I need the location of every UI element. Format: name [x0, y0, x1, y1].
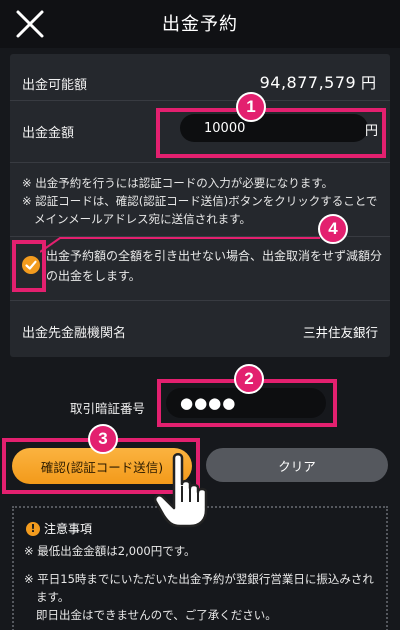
clear-button[interactable]: クリア [206, 448, 388, 482]
withdrawal-form-panel: 出金可能額 94,877,579 円 出金金額 円 ※ 出金予約を行うには認証コ… [10, 54, 390, 357]
caution-item: ※ 最低出金金額は2,000円です。 [24, 542, 380, 560]
bank-label: 出金先金融機関名 [22, 326, 127, 341]
available-amount-value: 94,877,579 [259, 73, 357, 92]
caution-item-text: ※ 最低出金金額は2,000円です。 [24, 544, 196, 558]
caution-item: ※ 平日15時までにいただいた出金予約が翌銀行営業日に振込みされます。 即日出金… [24, 570, 380, 624]
step-badge-1: 1 [236, 92, 266, 122]
step-badge-3: 3 [88, 424, 118, 454]
step-badge-2: 2 [234, 364, 264, 394]
available-amount: 94,877,579 円 [260, 72, 376, 93]
pointer-hand-icon [154, 453, 208, 528]
step-4-leader-line [40, 237, 320, 253]
caution-item-text: ※ 平日15時までにいただいた出金予約が翌銀行営業日に振込みされます。 [24, 572, 374, 604]
pin-label: 取引暗証番号 [70, 401, 146, 416]
available-amount-label: 出金可能額 [22, 78, 88, 93]
divider [10, 162, 390, 163]
bank-value: 三井住友銀行 [302, 325, 378, 340]
available-amount-unit: 円 [360, 74, 376, 92]
page-title: 出金予約 [162, 14, 238, 35]
caution-title: ! 注意事項 [26, 520, 92, 537]
caution-title-text: 注意事項 [44, 522, 93, 536]
warning-icon: ! [26, 521, 40, 536]
header-bar: 出金予約 [0, 0, 400, 48]
highlight-amount [156, 108, 386, 158]
amount-label: 出金金額 [22, 126, 75, 141]
divider [10, 100, 390, 101]
note-item: ※ 出金予約を行うには認証コードの入力が必要になります。 [22, 176, 334, 190]
caution-item-text: 即日出金はできませんので、ご了承ください。 [36, 608, 277, 622]
divider [10, 300, 390, 301]
